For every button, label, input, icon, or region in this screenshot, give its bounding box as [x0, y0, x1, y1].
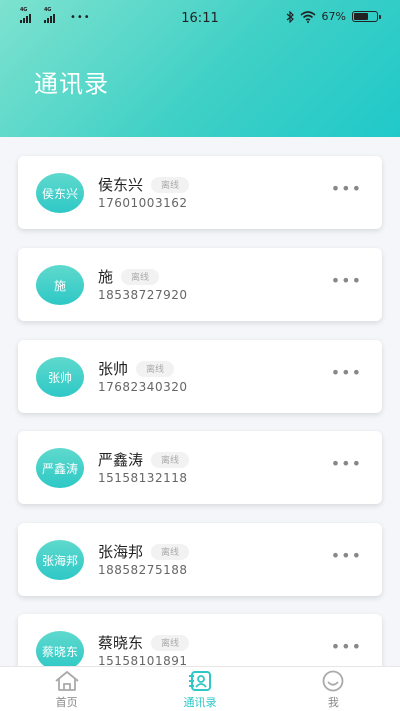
tab-me[interactable]: 我 [267, 667, 400, 711]
status-badge: 离线 [151, 177, 190, 193]
contact-card[interactable]: 张海邦 张海邦 离线 18858275188 ••• [18, 523, 382, 596]
contact-name: 施离线 [98, 266, 160, 287]
more-options-icon[interactable]: ••• [331, 548, 362, 564]
more-options-icon[interactable]: ••• [331, 365, 362, 381]
contact-name: 张海邦 离线 [98, 541, 190, 562]
tab-label: 我 [327, 696, 339, 709]
contact-name-text: 张帅 [98, 360, 129, 378]
avatar: 侯东兴 [36, 173, 84, 213]
tab-contacts[interactable]: 通讯录 [133, 667, 266, 711]
more-options-icon[interactable]: ••• [331, 456, 362, 472]
contact-name: 严鑫涛 离线 [98, 449, 190, 470]
wifi-icon [300, 10, 316, 23]
page-title: 通讯录 [34, 70, 109, 98]
contact-name-text: 蔡晓东 [98, 634, 144, 652]
app-screen: 4G 4G ••• 16:11 67% 通讯录 侯东兴 侯东兴 离线 17601… [0, 0, 400, 711]
contact-phone: 18858275188 [98, 563, 188, 577]
smile-icon [322, 670, 344, 692]
bluetooth-icon [286, 10, 294, 23]
contact-card[interactable]: 侯东兴 侯东兴 离线 17601003162 ••• [18, 156, 382, 229]
status-badge: 离线 [151, 635, 190, 651]
contact-list[interactable]: 侯东兴 侯东兴 离线 17601003162 ••• 施 施离线 18538727… [0, 137, 400, 667]
contact-phone: 17682340320 [98, 380, 188, 394]
contact-card[interactable]: 严鑫涛 严鑫涛 离线 15158132118 ••• [18, 431, 382, 504]
more-options-icon[interactable]: ••• [331, 273, 362, 289]
home-icon [55, 671, 79, 691]
avatar: 张帅 [36, 357, 84, 397]
avatar: 张海邦 [36, 540, 84, 580]
status-bar: 4G 4G ••• 16:11 67% [0, 0, 400, 36]
contact-name: 张帅 离线 [98, 358, 175, 379]
contact-name-text: 施 [98, 268, 114, 286]
contact-phone: 18538727920 [98, 288, 188, 302]
contact-phone: 17601003162 [98, 196, 188, 210]
contact-name-text: 侯东兴 [98, 176, 144, 194]
tab-home[interactable]: 首页 [0, 667, 133, 711]
battery-percent: 67% [321, 10, 346, 23]
more-options-icon[interactable]: ••• [331, 181, 362, 197]
header: 4G 4G ••• 16:11 67% 通讯录 [0, 0, 400, 137]
status-badge: 离线 [121, 269, 160, 285]
contact-name-text: 张海邦 [98, 543, 144, 561]
status-bar-right: 67% [286, 10, 381, 23]
status-badge: 离线 [151, 544, 190, 560]
avatar: 蔡晓东 [36, 631, 84, 667]
contact-card[interactable]: 蔡晓东 蔡晓东 离线 15158101891 ••• [18, 614, 382, 667]
tab-label: 首页 [55, 696, 78, 709]
status-badge: 离线 [151, 452, 190, 468]
battery-icon [352, 11, 381, 22]
contact-name-text: 严鑫涛 [98, 451, 144, 469]
tab-label: 通讯录 [183, 696, 217, 709]
contacts-icon [188, 671, 211, 691]
contact-name: 侯东兴 离线 [98, 174, 190, 195]
contact-name: 蔡晓东 离线 [98, 632, 190, 653]
contact-phone: 15158132118 [98, 471, 188, 485]
contact-card[interactable]: 施 施离线 18538727920 ••• [18, 248, 382, 321]
more-options-icon[interactable]: ••• [331, 639, 362, 655]
status-badge: 离线 [136, 361, 175, 377]
tab-bar: 首页 通讯录 我 [0, 666, 400, 711]
contact-card[interactable]: 张帅 张帅 离线 17682340320 ••• [18, 340, 382, 413]
avatar: 严鑫涛 [36, 448, 84, 488]
avatar: 施 [36, 265, 84, 305]
